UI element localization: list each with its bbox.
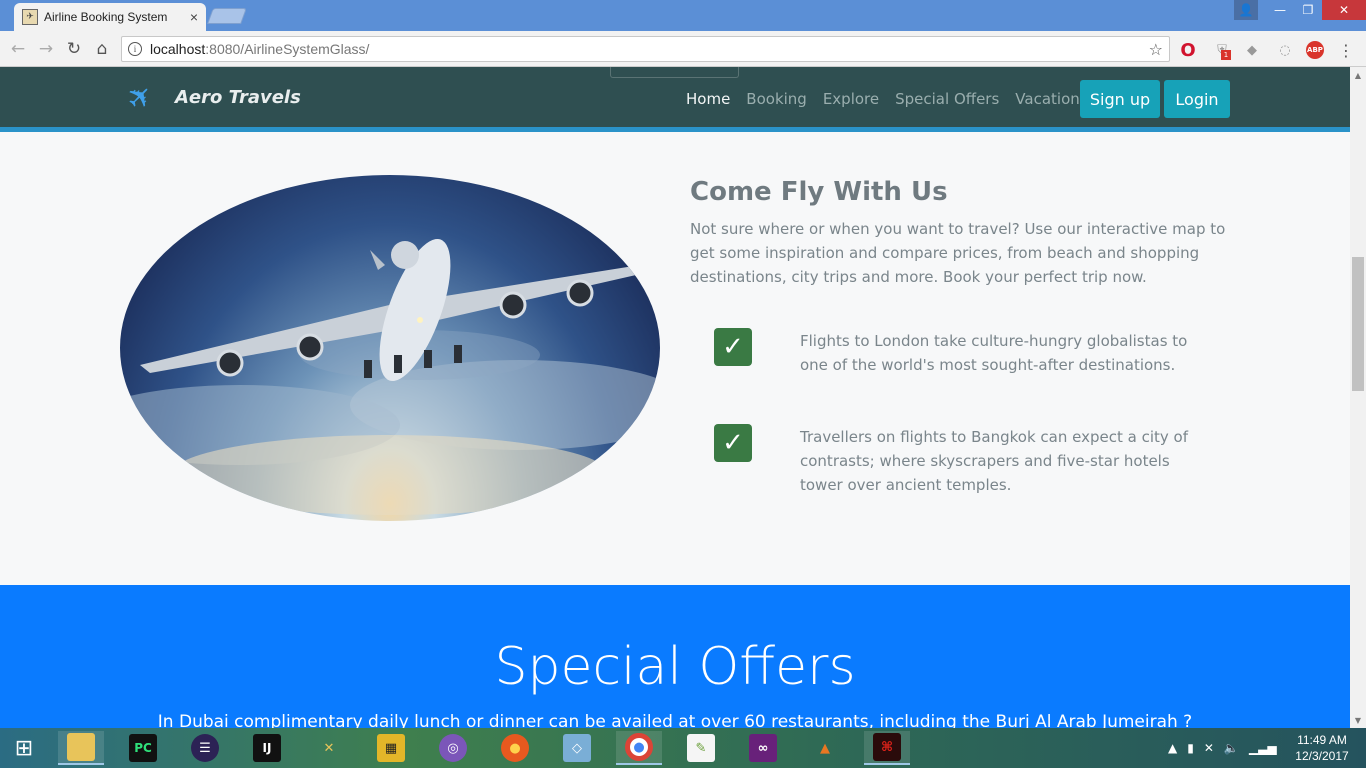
nav-booking[interactable]: Booking [746,90,807,108]
cube-app-icon[interactable]: ▦ [368,731,414,765]
back-arrow-icon[interactable]: ← [6,37,30,61]
opera-extension-icon[interactable]: O [1178,40,1198,61]
matlab-icon[interactable]: ▲ [802,731,848,765]
eclipse-icon[interactable]: ☰ [182,731,228,765]
hero-intro: Not sure where or when you want to trave… [690,220,1226,286]
adblock-icon[interactable]: ABP [1306,41,1324,59]
page-scrollbar[interactable]: ▲ ▼ [1350,67,1366,728]
login-button[interactable]: Login [1164,80,1230,118]
nav-links: Home Booking Explore Special Offers Vaca… [686,80,1104,118]
volume-icon[interactable]: 🔈 [1224,741,1239,755]
nav-vacations[interactable]: Vacations [1015,90,1087,108]
firefox-icon[interactable]: ● [492,731,538,765]
tray-expand-icon[interactable]: ▲ [1168,741,1177,755]
hero-heading: Come Fly With Us [690,177,948,207]
notepadpp-icon[interactable]: ✎ [678,731,724,765]
browser-tab-strip: ✈ Airline Booking System × 👤 — ❐ ✕ [0,0,1366,31]
signup-button[interactable]: Sign up [1080,80,1160,118]
forward-arrow-icon[interactable]: → [34,37,58,61]
nav-home[interactable]: Home [686,90,730,108]
tab-title: Airline Booking System [44,10,168,24]
restore-button[interactable]: ❐ [1294,0,1322,20]
new-tab-button[interactable] [207,8,247,24]
scrollbar-thumb[interactable] [1352,257,1364,391]
feature-text-london: Flights to London take culture-hungry gl… [800,332,1188,374]
hero-section: Come Fly With Us Not sure where or when … [0,137,1350,585]
profile-icon[interactable]: 👤 [1234,0,1258,20]
scroll-down-arrow-icon[interactable]: ▼ [1350,712,1366,728]
scroll-up-arrow-icon[interactable]: ▲ [1350,67,1366,83]
browser-menu-icon[interactable]: ⋮ [1336,40,1356,60]
offers-text: In Dubai complimentary daily lunch or di… [157,712,1193,728]
check-icon: ✓ [714,328,752,366]
acrobat-icon[interactable]: ⌘ [864,731,910,765]
bookmark-star-icon[interactable]: ☆ [1149,40,1163,59]
airplane-image [120,175,660,521]
nav-explore[interactable]: Explore [823,90,879,108]
site-navbar: ✈ Aero Travels Home Booking Explore Spec… [0,67,1350,132]
clock-date: 12/3/2017 [1295,749,1349,763]
airplane-icon: ✈ [119,76,162,119]
info-icon[interactable]: i [128,42,142,56]
chrome-icon[interactable]: ● [616,731,662,765]
tools-icon[interactable]: ✕ [306,731,352,765]
special-offers-section: Special Offers In Dubai complimentary da… [0,585,1350,728]
url-text[interactable]: localhost:8080/AirlineSystemGlass/ [150,41,1149,57]
clock-time: 11:49 AM [1297,733,1347,747]
system-tray: ▲ ▮ ✕ 🔈 ▁▃▅ [1168,728,1287,768]
favicon-icon: ✈ [22,9,38,25]
taskbar-clock[interactable]: 11:49 AM 12/3/2017 [1292,732,1352,764]
extension-badge: 1 [1221,50,1231,60]
brand[interactable]: ✈ Aero Travels [119,76,301,119]
extension-icon[interactable]: ◆ [1242,40,1262,60]
tab-close-icon[interactable]: × [190,9,198,25]
visual-studio-icon[interactable]: ∞ [740,731,786,765]
reload-icon[interactable]: ↻ [62,37,86,61]
feature-text-bangkok: Travellers on flights to Bangkok can exp… [800,428,1188,494]
tor-browser-icon[interactable]: ◎ [430,731,476,765]
browser-tab[interactable]: ✈ Airline Booking System × [14,3,206,31]
brand-name: Aero Travels [175,87,301,108]
signal-icon[interactable]: ▁▃▅ [1249,741,1277,755]
check-icon: ✓ [714,424,752,462]
nav-special-offers[interactable]: Special Offers [895,90,999,108]
close-window-button[interactable]: ✕ [1322,0,1366,20]
tray-device-icon[interactable]: ▮ [1187,741,1194,755]
navbar-notch [610,67,739,78]
extension-circle-icon[interactable]: ◌ [1275,40,1295,60]
minimize-button[interactable]: — [1266,0,1294,20]
browser-toolbar: ← → ↻ ⌂ i localhost:8080/AirlineSystemGl… [0,31,1366,67]
file-explorer-icon[interactable] [58,731,104,765]
intellij-icon[interactable]: IJ [244,731,290,765]
network-icon[interactable]: ✕ [1204,741,1214,755]
virtualbox-icon[interactable]: ◇ [554,731,600,765]
pycharm-icon[interactable]: PC [120,731,166,765]
home-icon[interactable]: ⌂ [90,37,114,61]
window-controls: 👤 — ❐ ✕ [1234,0,1366,20]
address-bar[interactable]: i localhost:8080/AirlineSystemGlass/ ☆ [121,36,1170,62]
windows-start-icon[interactable]: ⊞ [10,736,38,761]
offers-title: Special Offers [494,637,856,697]
windows-taskbar: ⊞ PC ☰ IJ ✕ ▦ ◎ ● ◇ ● ✎ ∞ ▲ ⌘ ▲ ▮ ✕ 🔈 ▁▃… [0,728,1366,768]
